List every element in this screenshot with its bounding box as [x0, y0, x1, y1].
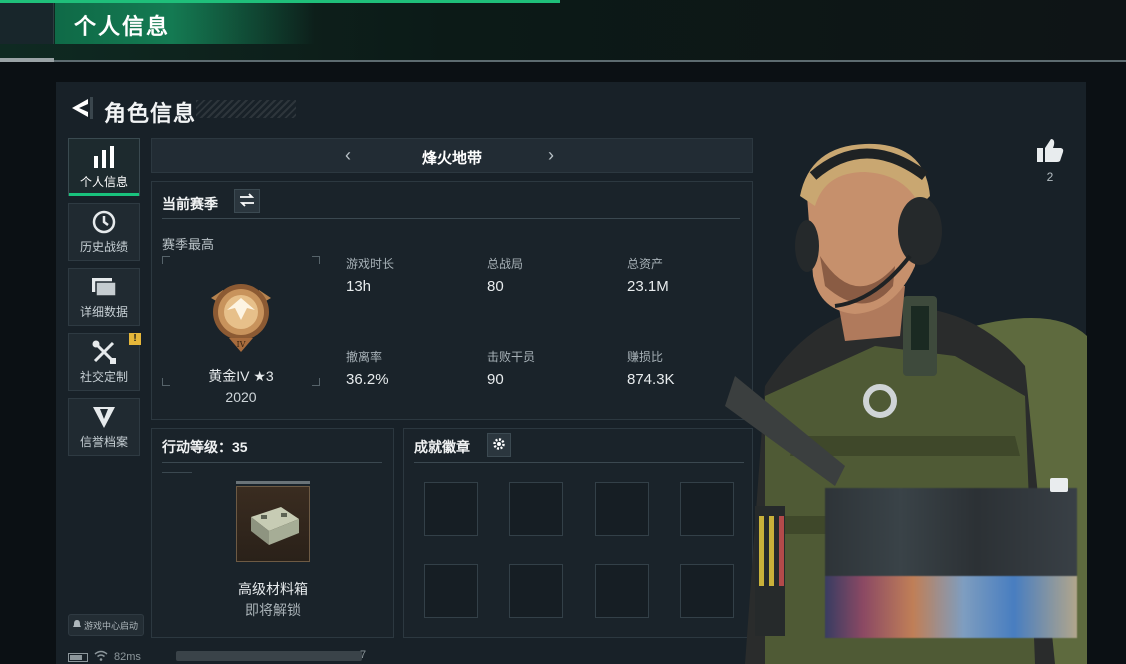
rank-year: 2020: [225, 389, 257, 405]
folder-icon: [91, 274, 117, 300]
shield-emblem-icon: [91, 404, 117, 430]
svg-text:IV: IV: [237, 340, 246, 349]
page-title: 个人信息: [74, 14, 171, 39]
stat-value-total-matches: 80: [487, 278, 504, 295]
wifi-icon: [94, 650, 108, 664]
game-center-launch-button[interactable]: 游戏中心启动: [68, 614, 144, 636]
clock-history-icon: [91, 209, 117, 235]
gear-icon: [492, 437, 506, 454]
nav-item-label: 个人信息: [79, 175, 128, 189]
badge-slot[interactable]: [509, 564, 563, 618]
nav-item-label: 历史战绩: [79, 240, 128, 254]
stat-label-playtime: 游戏时长: [346, 257, 395, 271]
game-center-launch-label: 游戏中心启动: [84, 620, 139, 631]
bar-chart-icon: [91, 144, 117, 170]
title-hatch-decoration: [196, 100, 296, 118]
badge-settings-button[interactable]: [487, 433, 511, 457]
nav-item-details[interactable]: 详细数据: [68, 268, 140, 326]
divider: [414, 462, 744, 463]
stat-value-profit-ratio: 874.3K: [627, 371, 675, 388]
stat-label-profit-ratio: 赚损比: [627, 350, 664, 364]
stat-label-kills: 击败干员: [487, 350, 536, 364]
stat-value-playtime: 13h: [346, 278, 372, 295]
blurred-status-text: [176, 651, 362, 661]
material-crate-icon: [251, 507, 299, 545]
season-switch-button[interactable]: [234, 189, 260, 213]
panel-title: 角色信息: [104, 101, 197, 126]
badge-title: 成就徽章: [414, 439, 470, 455]
next-map-button[interactable]: ›: [548, 145, 554, 166]
share-icon[interactable]: [1050, 478, 1068, 492]
badge-slot[interactable]: [509, 482, 563, 536]
nav-item-label: 信誉档案: [79, 435, 128, 449]
ping-value: 82ms: [114, 651, 141, 663]
nav-item-label: 详细数据: [79, 305, 128, 319]
season-best-label: 赛季最高: [162, 237, 215, 252]
stat-label-total-assets: 总资产: [627, 257, 664, 271]
stat-value-total-assets: 23.1M: [627, 278, 669, 295]
top-header: 个人信息: [0, 0, 1126, 62]
badge-slot[interactable]: [424, 482, 478, 536]
gold-rank-medal-icon: IV: [203, 272, 279, 356]
stat-value-kills: 90: [487, 371, 504, 388]
badge-slot[interactable]: [595, 482, 649, 536]
badge-slot[interactable]: [595, 564, 649, 618]
swap-icon: [239, 192, 255, 210]
season-header: 当前赛季: [162, 196, 218, 212]
nav-item-label: 社交定制: [79, 370, 128, 384]
map-name: 烽火地带: [421, 150, 482, 167]
reward-item-slot[interactable]: [236, 486, 310, 562]
nav-item-credit[interactable]: 信誉档案: [68, 398, 140, 456]
status-tail: 7: [360, 649, 367, 661]
reward-name: 高级材料箱: [238, 581, 308, 597]
back-arrow-icon[interactable]: [66, 93, 96, 123]
divider: [162, 462, 382, 463]
map-selector: ‹ 烽火地带 ›: [151, 138, 753, 173]
blurred-overlay-strip: [825, 576, 1077, 638]
bell-icon: [73, 619, 81, 631]
rank-label: 黄金IV ★3: [208, 368, 274, 384]
level-title: 行动等级：35: [162, 439, 248, 455]
header-corner-box: [0, 0, 54, 44]
nav-item-history[interactable]: 历史战绩: [68, 203, 140, 261]
alert-badge: !: [129, 333, 141, 345]
status-bar: 82ms: [68, 650, 141, 664]
blurred-overlay: [825, 488, 1077, 638]
stat-label-extract-rate: 撤离率: [346, 350, 383, 364]
stat-value-extract-rate: 36.2%: [346, 371, 389, 388]
reward-state: 即将解锁: [245, 602, 301, 618]
reward-top-bar: [236, 481, 310, 484]
header-green-line: [0, 0, 560, 3]
divider-accent: [162, 472, 192, 473]
divider: [162, 218, 740, 219]
like-count: 2: [1046, 170, 1054, 184]
nav-item-personal-info[interactable]: 个人信息: [68, 138, 140, 196]
thumbs-up-icon[interactable]: [1036, 137, 1064, 163]
tools-icon: [91, 339, 117, 365]
badge-slot[interactable]: [424, 564, 478, 618]
battery-icon: [68, 652, 88, 662]
header-sub-line: [0, 58, 54, 62]
stat-label-total-matches: 总战局: [487, 257, 524, 271]
